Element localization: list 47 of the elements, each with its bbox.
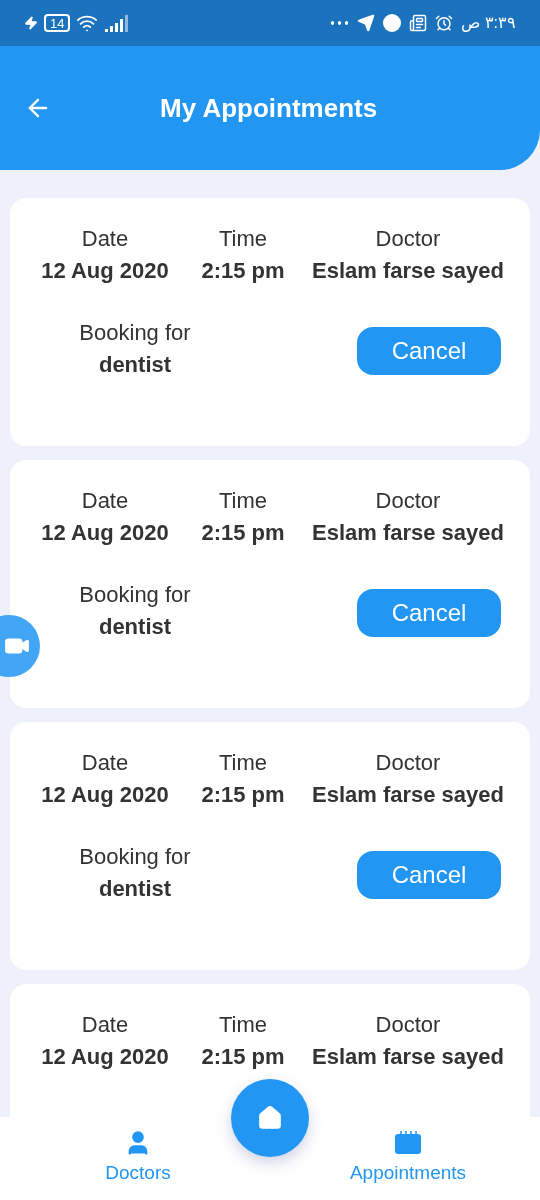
- alarm-icon: [435, 14, 454, 32]
- nav-tab[interactable]: Doctors: [103, 1129, 173, 1188]
- field-value: dentist: [98, 613, 172, 641]
- field-value: 12 Aug 2020: [41, 1043, 169, 1071]
- nav-tab[interactable]: Appointments: [347, 1129, 469, 1188]
- field-value: Eslam farse sayed: [312, 781, 504, 809]
- calendar-icon: [394, 1129, 422, 1157]
- field-label: Booking for: [79, 581, 191, 609]
- field-value: 12 Aug 2020: [41, 257, 169, 285]
- home-icon: [257, 1105, 283, 1131]
- news-icon: [409, 14, 428, 32]
- charging-icon: [24, 16, 38, 30]
- field-label: Booking for: [79, 319, 191, 347]
- field-value: 2:15 pm: [201, 1043, 285, 1071]
- field-label: Booking for: [79, 843, 191, 871]
- app-icon: [383, 14, 402, 32]
- field-value: Eslam farse sayed: [312, 257, 504, 285]
- battery-level: 14: [50, 16, 65, 30]
- field-value: 2:15 pm: [201, 257, 285, 285]
- field-value: Eslam farse sayed: [312, 1043, 504, 1071]
- field-value: 12 Aug 2020: [41, 519, 169, 547]
- field-label: Time: [218, 225, 268, 253]
- field-value: Eslam farse sayed: [312, 519, 504, 547]
- signal-icon: [104, 14, 129, 32]
- paper-plane-icon: [357, 14, 376, 32]
- more-icon: [329, 21, 350, 25]
- field-value: 2:15 pm: [201, 519, 285, 547]
- field-label: Time: [218, 749, 268, 777]
- field-label: Doctor: [375, 225, 441, 253]
- field-label: Time: [218, 1011, 268, 1039]
- field-value: dentist: [98, 351, 172, 379]
- cancel-button[interactable]: Cancel: [357, 327, 501, 375]
- field-label: Date: [81, 487, 129, 515]
- clock-time: ٣:٣٩ ص: [461, 13, 516, 34]
- field-label: Doctor: [375, 487, 441, 515]
- field-label: Date: [81, 749, 129, 777]
- field-label: Date: [81, 225, 129, 253]
- field-label: Doctor: [375, 1011, 441, 1039]
- cancel-button[interactable]: Cancel: [357, 851, 501, 899]
- field-value: 2:15 pm: [201, 781, 285, 809]
- field-label: Time: [218, 487, 268, 515]
- field-label: Doctor: [375, 749, 441, 777]
- field-value: 12 Aug 2020: [41, 781, 169, 809]
- field-label: Date: [81, 1011, 129, 1039]
- cancel-button[interactable]: Cancel: [357, 589, 501, 637]
- field-value: dentist: [98, 875, 172, 903]
- screen-title: My Appointments: [160, 91, 378, 125]
